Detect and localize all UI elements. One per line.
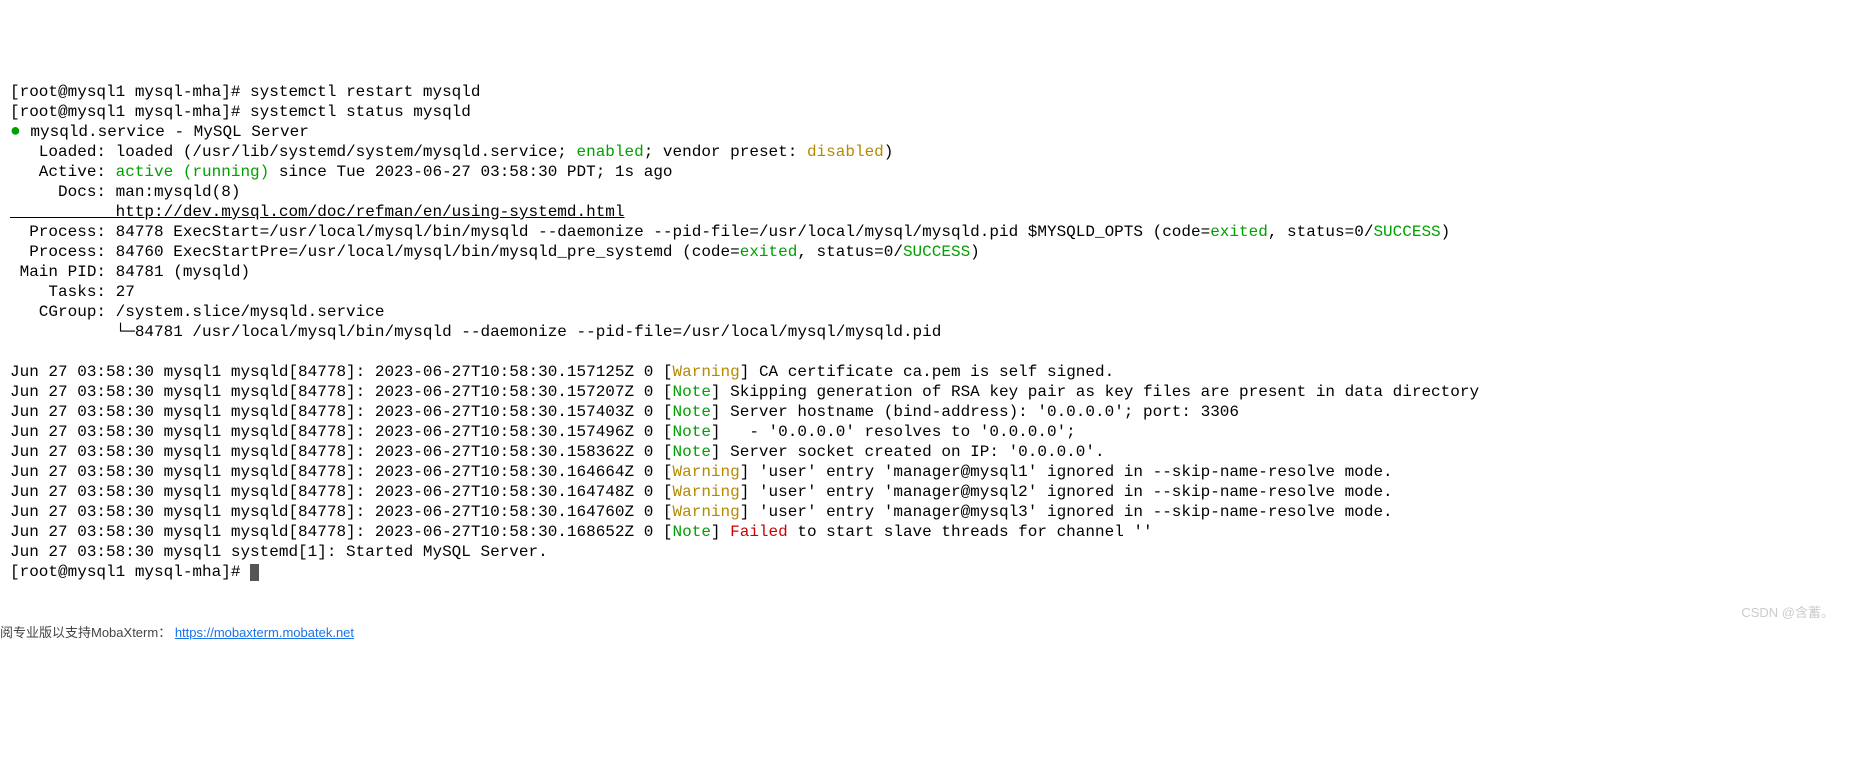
- active-since: since Tue 2023-06-27 03:58:30 PDT; 1s ag…: [269, 163, 672, 181]
- loaded-mid: ; vendor preset:: [644, 143, 807, 161]
- log-line: Jun 27 03:58:30 mysql1 mysqld[84778]: 20…: [10, 503, 673, 521]
- process-line: Process: 84760 ExecStartPre=/usr/local/m…: [10, 243, 740, 261]
- footer-bar: 阅专业版以支持MobaXterm： https://mobaxterm.moba…: [0, 623, 354, 643]
- log-line: Jun 27 03:58:30 mysql1 mysqld[84778]: 20…: [10, 403, 673, 421]
- log-line: to start slave threads for channel '': [788, 523, 1153, 541]
- loaded-end: ): [884, 143, 894, 161]
- note-tag: Note: [673, 423, 711, 441]
- service-name: mysqld.service - MySQL Server: [21, 123, 309, 141]
- warning-tag: Warning: [673, 503, 740, 521]
- process-line: ): [970, 243, 980, 261]
- warning-tag: Warning: [673, 363, 740, 381]
- active-label: Active:: [10, 163, 116, 181]
- command-text: systemctl status mysqld: [250, 103, 471, 121]
- log-line: Jun 27 03:58:30 mysql1 systemd[1]: Start…: [10, 543, 548, 561]
- log-line: ] Server socket created on IP: '0.0.0.0'…: [711, 443, 1105, 461]
- cgroup-child-line: └─84781 /usr/local/mysql/bin/mysqld --da…: [10, 323, 941, 341]
- log-line: Jun 27 03:58:30 mysql1 mysqld[84778]: 20…: [10, 383, 673, 401]
- failed-label: Failed: [730, 523, 788, 541]
- prompt: [root@mysql1 mysql-mha]#: [10, 103, 250, 121]
- disabled-label: disabled: [807, 143, 884, 161]
- note-tag: Note: [673, 383, 711, 401]
- process-line: , status=0/: [797, 243, 903, 261]
- log-line: ] 'user' entry 'manager@mysql3' ignored …: [740, 503, 1393, 521]
- footer-text: 阅专业版以支持MobaXterm：: [0, 625, 171, 640]
- note-tag: Note: [673, 403, 711, 421]
- watermark-text: CSDN @含蓄。: [1741, 603, 1834, 623]
- log-line: ] - '0.0.0.0' resolves to '0.0.0.0';: [711, 423, 1076, 441]
- process-line: , status=0/: [1268, 223, 1374, 241]
- main-pid-line: Main PID: 84781 (mysqld): [10, 263, 250, 281]
- exited-label: exited: [740, 243, 798, 261]
- warning-tag: Warning: [673, 463, 740, 481]
- log-line: ] 'user' entry 'manager@mysql2' ignored …: [740, 483, 1393, 501]
- docs-line: Docs: man:mysqld(8): [10, 183, 240, 201]
- prompt: [root@mysql1 mysql-mha]#: [10, 83, 250, 101]
- status-dot-icon: ●: [10, 122, 21, 142]
- log-line: ]: [711, 523, 730, 541]
- process-line: ): [1441, 223, 1451, 241]
- cgroup-line: CGroup: /system.slice/mysqld.service: [10, 303, 384, 321]
- note-tag: Note: [673, 523, 711, 541]
- success-label: SUCCESS: [1373, 223, 1440, 241]
- loaded-line: Loaded: loaded (/usr/lib/systemd/system/…: [10, 143, 577, 161]
- command-text: systemctl restart mysqld: [250, 83, 480, 101]
- docs-url[interactable]: http://dev.mysql.com/doc/refman/en/using…: [10, 203, 625, 221]
- exited-label: exited: [1210, 223, 1268, 241]
- success-label: SUCCESS: [903, 243, 970, 261]
- log-line: ] Skipping generation of RSA key pair as…: [711, 383, 1479, 401]
- process-line: Process: 84778 ExecStart=/usr/local/mysq…: [10, 223, 1210, 241]
- prompt: [root@mysql1 mysql-mha]#: [10, 563, 250, 581]
- log-line: Jun 27 03:58:30 mysql1 mysqld[84778]: 20…: [10, 463, 673, 481]
- log-line: Jun 27 03:58:30 mysql1 mysqld[84778]: 20…: [10, 423, 673, 441]
- tasks-line: Tasks: 27: [10, 283, 135, 301]
- warning-tag: Warning: [673, 483, 740, 501]
- log-line: ] 'user' entry 'manager@mysql1' ignored …: [740, 463, 1393, 481]
- log-line: Jun 27 03:58:30 mysql1 mysqld[84778]: 20…: [10, 363, 673, 381]
- terminal-output[interactable]: [root@mysql1 mysql-mha]# systemctl resta…: [10, 82, 1842, 582]
- note-tag: Note: [673, 443, 711, 461]
- log-line: Jun 27 03:58:30 mysql1 mysqld[84778]: 20…: [10, 443, 673, 461]
- log-line: Jun 27 03:58:30 mysql1 mysqld[84778]: 20…: [10, 523, 673, 541]
- log-line: ] Server hostname (bind-address): '0.0.0…: [711, 403, 1239, 421]
- cursor-icon: [250, 564, 259, 581]
- log-line: Jun 27 03:58:30 mysql1 mysqld[84778]: 20…: [10, 483, 673, 501]
- footer-link[interactable]: https://mobaxterm.mobatek.net: [175, 625, 354, 640]
- log-line: ] CA certificate ca.pem is self signed.: [740, 363, 1114, 381]
- enabled-label: enabled: [577, 143, 644, 161]
- active-status: active (running): [116, 163, 270, 181]
